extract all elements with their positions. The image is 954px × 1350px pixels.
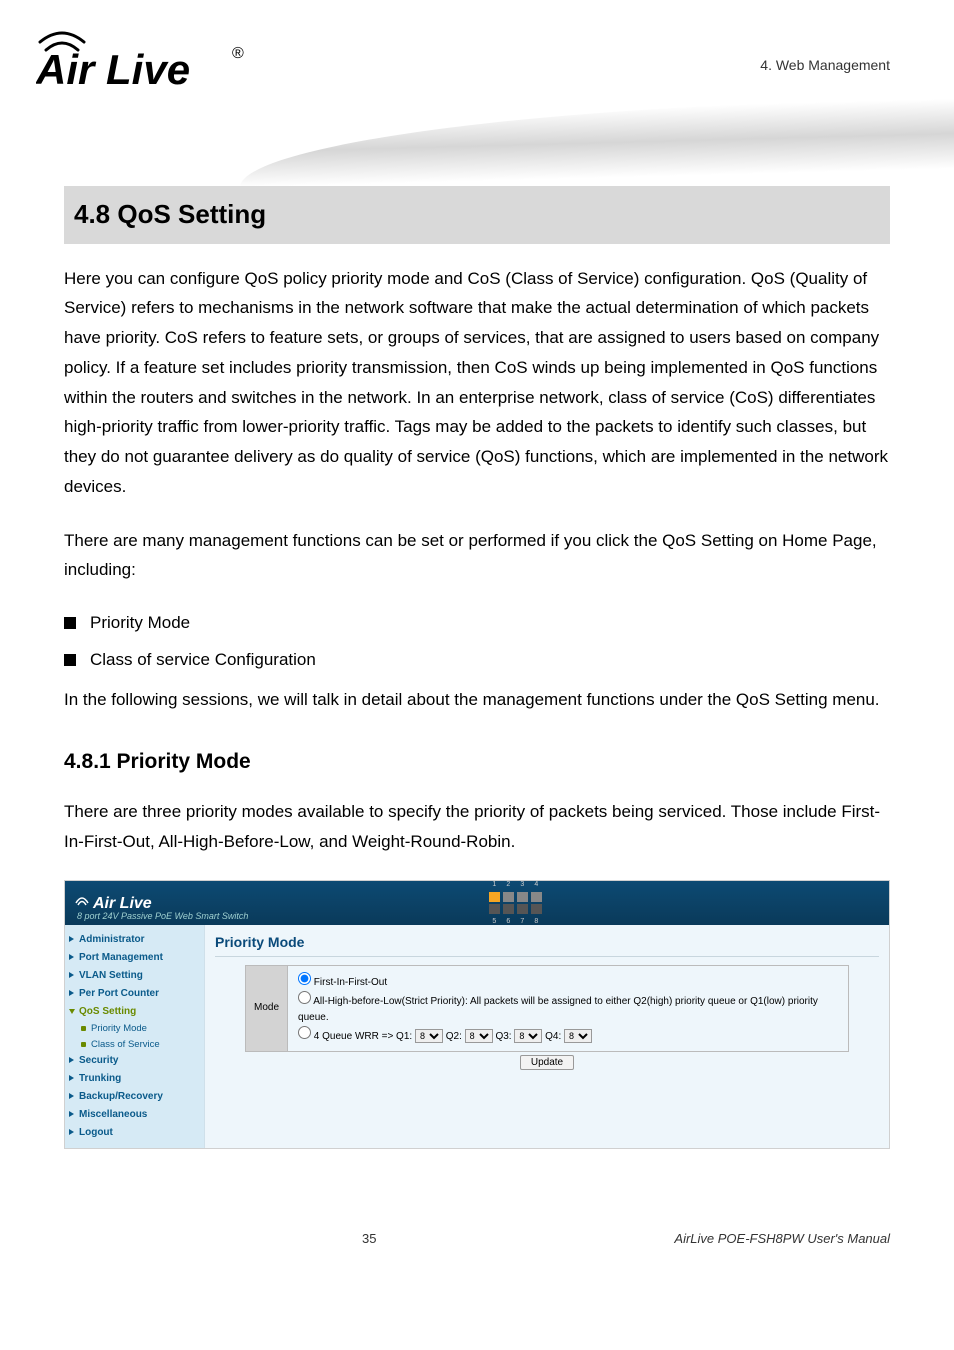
sidebar-item-administrator[interactable]: Administrator bbox=[69, 931, 200, 949]
bullet-item: Class of service Configuration bbox=[64, 646, 890, 673]
sidebar-item-qos-setting[interactable]: QoS Setting bbox=[69, 1003, 200, 1021]
sidebar-item-vlan-setting[interactable]: VLAN Setting bbox=[69, 967, 200, 985]
radio-input-strict[interactable] bbox=[298, 991, 311, 1004]
svg-text:Air Live: Air Live bbox=[36, 46, 190, 93]
port-row-bottom bbox=[489, 904, 542, 914]
port-numbers-top: 1234 bbox=[489, 879, 542, 890]
page-footer: 35 AirLive POE-FSH8PW User's Manual bbox=[0, 1189, 954, 1270]
radio-label: All-High-before-Low(Strict Priority): Al… bbox=[298, 996, 818, 1023]
port-jack-icon bbox=[531, 904, 542, 914]
radio-label-part: Q3: bbox=[495, 1031, 511, 1042]
radio-label-part: 4 Queue WRR => Q1: bbox=[314, 1031, 412, 1042]
lead-paragraph: There are many management functions can … bbox=[64, 526, 890, 586]
radio-label: First-In-First-Out bbox=[314, 977, 387, 988]
radio-4-queue-wrr[interactable]: 4 Queue WRR => Q1: 8 Q2: 8 Q3: 8 Q4: 8 bbox=[298, 1026, 838, 1045]
port-status-graphic: 1234 5678 bbox=[489, 879, 542, 927]
mode-label-cell: Mode bbox=[245, 965, 288, 1052]
airlive-logo-icon: Air Live ® bbox=[36, 18, 246, 94]
port-row-top bbox=[489, 892, 542, 902]
sidebar-item-backup-recovery[interactable]: Backup/Recovery bbox=[69, 1088, 200, 1106]
update-button[interactable]: Update bbox=[520, 1055, 574, 1070]
port-jack-icon bbox=[503, 904, 514, 914]
square-bullet-icon bbox=[64, 654, 76, 666]
page-content: 4.8 QoS Setting Here you can configure Q… bbox=[0, 186, 954, 1189]
radio-input-wrr[interactable] bbox=[298, 1026, 311, 1039]
mode-options-cell: First-In-First-Out All-High-before-Low(S… bbox=[288, 965, 849, 1052]
bullet-item: Priority Mode bbox=[64, 609, 890, 636]
sidebar-sub-priority-mode[interactable]: Priority Mode bbox=[69, 1021, 200, 1036]
sidebar-item-security[interactable]: Security bbox=[69, 1052, 200, 1070]
wrr-q3-select[interactable]: 8 bbox=[514, 1029, 542, 1043]
radio-label-part: Q4: bbox=[545, 1031, 561, 1042]
header-swoosh bbox=[240, 99, 954, 188]
chapter-label: 4. Web Management bbox=[760, 54, 890, 76]
square-bullet-icon bbox=[64, 617, 76, 629]
subsection-paragraph: There are three priority modes available… bbox=[64, 797, 890, 857]
update-row: Update bbox=[215, 1054, 879, 1072]
sidebar-item-per-port-counter[interactable]: Per Port Counter bbox=[69, 985, 200, 1003]
app-sidebar: Administrator Port Management VLAN Setti… bbox=[65, 925, 205, 1147]
app-main-panel: Priority Mode Mode First-In-First-Out Al… bbox=[205, 925, 889, 1147]
port-led-icon bbox=[531, 892, 542, 902]
feature-bullets: Priority Mode Class of service Configura… bbox=[64, 609, 890, 673]
sidebar-item-logout[interactable]: Logout bbox=[69, 1124, 200, 1142]
section-title: 4.8 QoS Setting bbox=[64, 186, 890, 244]
bullet-label: Class of service Configuration bbox=[90, 646, 316, 673]
wrr-q2-select[interactable]: 8 bbox=[465, 1029, 493, 1043]
radio-input-fifo[interactable] bbox=[298, 972, 311, 985]
mode-table: Mode First-In-First-Out All-High-before-… bbox=[245, 965, 849, 1052]
sidebar-item-trunking[interactable]: Trunking bbox=[69, 1070, 200, 1088]
port-jack-icon bbox=[489, 904, 500, 914]
divider bbox=[215, 956, 879, 957]
followup-paragraph: In the following sessions, we will talk … bbox=[64, 685, 890, 715]
page-header: 4. Web Management Air Live ® bbox=[0, 0, 954, 160]
wrr-q4-select[interactable]: 8 bbox=[564, 1029, 592, 1043]
bullet-label: Priority Mode bbox=[90, 609, 190, 636]
port-led-icon bbox=[503, 892, 514, 902]
radio-first-in-first-out[interactable]: First-In-First-Out bbox=[298, 972, 838, 991]
sidebar-item-miscellaneous[interactable]: Miscellaneous bbox=[69, 1106, 200, 1124]
radio-label-part: Q2: bbox=[446, 1031, 462, 1042]
port-jack-icon bbox=[517, 904, 528, 914]
port-numbers-bottom: 5678 bbox=[489, 916, 542, 927]
page-number: 35 bbox=[362, 1229, 376, 1250]
sidebar-sub-class-of-service[interactable]: Class of Service bbox=[69, 1037, 200, 1052]
radio-all-high-before-low[interactable]: All-High-before-Low(Strict Priority): Al… bbox=[298, 991, 838, 1026]
app-header-bar: Air Live 8 port 24V Passive PoE Web Smar… bbox=[65, 881, 889, 925]
sidebar-item-port-management[interactable]: Port Management bbox=[69, 949, 200, 967]
manual-title: AirLive POE-FSH8PW User's Manual bbox=[674, 1229, 890, 1250]
wrr-q1-select[interactable]: 8 bbox=[415, 1029, 443, 1043]
intro-paragraph: Here you can configure QoS policy priori… bbox=[64, 264, 890, 502]
app-subtitle: 8 port 24V Passive PoE Web Smart Switch bbox=[77, 909, 248, 923]
svg-text:®: ® bbox=[232, 45, 244, 62]
subsection-title: 4.8.1 Priority Mode bbox=[64, 745, 890, 779]
port-led-icon bbox=[517, 892, 528, 902]
panel-heading: Priority Mode bbox=[215, 931, 879, 953]
embedded-app-screenshot: Air Live 8 port 24V Passive PoE Web Smar… bbox=[64, 880, 890, 1148]
app-body: Administrator Port Management VLAN Setti… bbox=[65, 925, 889, 1147]
port-led-icon bbox=[489, 892, 500, 902]
